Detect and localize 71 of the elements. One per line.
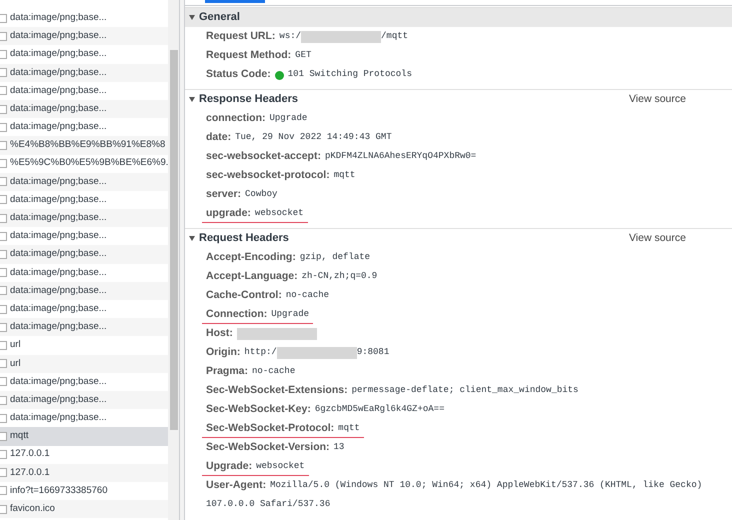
header-value: Tue, 29 Nov 2022 14:49:43 GMT [235,131,392,144]
request-row[interactable]: 127.0.0.1 [0,464,168,482]
header-name: Connection: [206,306,268,322]
triangle-icon [189,97,195,102]
header-name: Accept-Encoding: [206,250,296,266]
header-name: Request URL: [206,29,276,44]
header-name: Sec-WebSocket-Version: [206,440,330,456]
header-name: date: [206,130,232,146]
header-name: Origin: [206,345,240,360]
request-row[interactable]: %E4%B8%BB%E9%BB%91%E8%8 [0,136,168,154]
header-value: Upgrade [270,112,308,126]
header-value: 107.0.0.0 Safari/537.36 [206,498,330,512]
header-name: Sec-WebSocket-Extensions: [206,383,348,398]
header-value: mqtt [338,422,360,435]
section-title: Response Headers [199,92,298,108]
header-name: sec-websocket-protocol: [206,168,330,184]
request-row[interactable]: data:image/png;base... [0,27,168,46]
request-row[interactable]: data:image/png;base... [0,209,168,228]
header-name: Upgrade: [206,458,252,474]
request-row[interactable]: url [0,354,168,373]
header-value: 101 Switching Protocols [288,68,412,82]
header-name: Request Method: [206,48,292,64]
header-name: Accept-Language: [206,269,298,284]
triangle-icon [189,15,195,20]
request-row[interactable]: data:image/png;base... [0,64,168,82]
header-value: no-cache [286,289,330,302]
header-value: Mozilla/5.0 (Windows NT 10.0; Win64; x64) AppleWebKit/537.36 (KHTML, like Gecko) [270,479,702,492]
header-name: sec-websocket-accept: [206,149,321,164]
header-value: no-cache [252,365,296,378]
header-value: 6gzcbMD5wEaRgl6k4GZ+oA== [314,403,444,416]
section-title: Request Headers [199,231,289,246]
header-name: Pragma: [206,364,248,380]
header-value: http:/ [244,346,277,360]
header-value: websocket [256,460,305,473]
header-value: gzip, deflate [300,251,370,264]
header-name: Host: [206,326,233,342]
header-value: 9:8081 [356,346,390,360]
request-row[interactable]: data:image/png;base... [0,318,168,336]
request-row[interactable]: data:image/png;base... [0,172,168,191]
section-header[interactable]: General [185,7,732,27]
view-source-link[interactable]: View source [628,230,686,246]
header-value: zh-CN,zh;q=0.9 [302,270,378,284]
header-value: /mqtt [381,30,408,44]
request-row[interactable]: data:image/png;base... [0,282,168,300]
header-name: connection: [206,111,266,126]
request-row[interactable]: favicon.ico [0,500,168,518]
header-name: upgrade: [206,206,251,221]
header-name: Status Code: [206,67,271,82]
request-row[interactable]: mqtt [0,427,168,446]
header-name: Sec-WebSocket-Key: [206,402,311,418]
header-name: Cache-Control: [206,288,282,304]
header-value: ws:/ [279,30,302,44]
header-value: GET [295,49,312,62]
section-title: General [199,10,240,26]
request-row[interactable]: data:image/png;base... [0,390,168,410]
header-name: Sec-WebSocket-Protocol: [206,420,334,436]
header-value: Cowboy [245,188,278,202]
header-value: mqtt [334,169,356,182]
header-value: websocket [254,206,304,220]
request-row[interactable]: data:image/png;base... [0,100,168,118]
header-value: Upgrade [271,308,310,321]
triangle-icon [189,236,195,241]
header-value: pKDFM4ZLNA6AhesERYqO4PXbRw0= [324,150,476,164]
header-value: 13 [334,441,344,454]
scrollbar-thumb[interactable] [170,50,178,430]
header-name: User-Agent: [206,478,266,494]
active-tab-indicator [205,0,265,3]
view-source-link[interactable]: View source [628,92,686,108]
header-value: permessage-deflate; client_max_window_bits [352,384,578,398]
request-row[interactable]: data:image/png;base... [0,245,168,264]
header-name: server: [206,187,242,202]
